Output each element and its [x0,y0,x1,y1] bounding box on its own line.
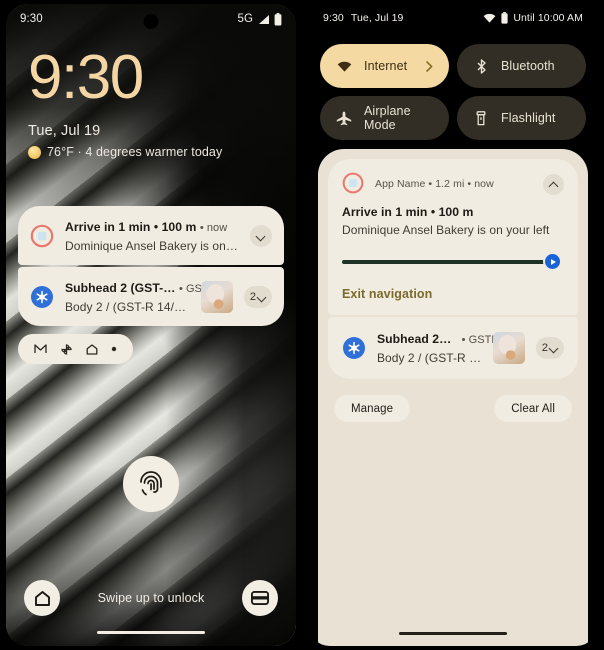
gmail-icon[interactable] [34,344,48,354]
chevron-up-icon [550,180,558,188]
lock-notification2-count: 2 [249,290,256,303]
snowflake-app-icon [342,336,366,360]
exit-navigation-button[interactable]: Exit navigation [342,287,564,301]
rabbit-photo-thumbnail [492,331,525,364]
home-gesture-indicator[interactable] [97,630,205,634]
shade-notification-appname: App Name • 1.2 mi • now [375,178,494,190]
lock-notification-icon-tray[interactable] [18,334,133,364]
status-bar-right: 5G [237,12,282,26]
home-gesture-indicator[interactable] [399,631,507,635]
shade-notification-header: App Name • 1.2 mi • now [342,172,564,196]
shade-action-buttons: Manage Clear All [328,395,578,422]
wifi-icon [336,61,352,72]
battery-icon [501,12,508,24]
dot-icon[interactable] [111,346,117,352]
shade-status-time: 9:30 [323,12,344,24]
shade-notification2-text-block: Subhead 2… • GSTR 12 Body 2 / (GST-R 14/… [377,330,515,365]
rabbit-photo-thumbnail [200,280,233,313]
lock-notification-title: Arrive in 1 min • 100 m • now [65,220,228,234]
flashlight-icon [473,110,489,126]
qs-tile-flashlight[interactable]: Flashlight [457,96,586,140]
wifi-icon [483,13,496,23]
lock-notification-text-block: Arrive in 1 min • 100 m • now Dominique … [65,218,239,253]
home-outline-icon[interactable] [86,343,98,355]
airplane-icon [336,111,352,126]
qs-tile-bluetooth-label: Bluetooth [501,59,555,73]
status-time: 9:30 [20,13,43,25]
shade-notification-subhead[interactable]: Subhead 2… • GSTR 12 Body 2 / (GST-R 14/… [328,317,578,379]
maps-navigation-icon [30,224,54,248]
lock-notification-stack: Arrive in 1 min • 100 m • now Dominique … [18,206,284,364]
chevron-right-icon[interactable] [426,60,433,72]
dual-phone-mockup: 9:30 5G 9:30 Tue, Jul 19 76°F · 4 degree… [0,0,604,650]
qs-tile-internet-label: Internet [364,59,408,73]
maps-navigation-icon [342,172,366,196]
shade-notification-body: Dominique Ansel Bakery is on your left [342,223,550,237]
qs-tile-bluetooth[interactable]: Bluetooth [457,44,586,88]
lock-notification-body: Dominique Ansel Bakery is on your left [65,239,239,253]
lock-notification-navigation[interactable]: Arrive in 1 min • 100 m • now Dominique … [18,206,284,265]
battery-icon [274,12,282,26]
lock-date: Tue, Jul 19 [28,123,101,140]
lock-weather: 76°F · 4 degrees warmer today [28,145,222,159]
shade-notification-title: Arrive in 1 min • 100 m [342,205,474,219]
navigation-progress-bar[interactable] [342,259,545,264]
shade-notification-navigation[interactable]: App Name • 1.2 mi • now Arrive in 1 min … [328,159,578,315]
lock-screen-phone: 9:30 5G 9:30 Tue, Jul 19 76°F · 4 degree… [0,0,302,650]
qs-tile-airplane-mode[interactable]: Airplane Mode [320,96,449,140]
bluetooth-icon [473,58,489,74]
qs-tile-flashlight-label: Flashlight [501,111,556,125]
lock-notification-expand-button[interactable] [250,224,272,247]
lock-notification-meta: • now [199,222,228,234]
fingerprint-unlock-button[interactable] [123,456,179,512]
notification-shade-phone: 9:30 Tue, Jul 19 Until 10:00 AM Internet… [302,0,604,650]
lock-notification-subhead[interactable]: Subhead 2 (GST-… • GSTR 12 Body 2 / (GST… [18,267,284,326]
chevron-down-icon [550,344,558,352]
network-type-label: 5G [237,13,253,25]
status-bar-left: 9:30 [20,13,43,25]
lock-notification2-expand-button[interactable]: 2 [243,285,272,308]
play-icon[interactable] [543,252,562,271]
shade-status-bar: 9:30 Tue, Jul 19 Until 10:00 AM [308,4,598,32]
chevron-down-icon [258,293,266,301]
fingerprint-icon [138,470,164,498]
snowflake-app-icon [30,285,54,309]
swipe-up-hint: Swipe up to unlock [97,591,205,605]
lock-notification2-text-block: Subhead 2 (GST-… • GSTR 12 Body 2 / (GST… [65,279,232,314]
navigation-progress-row [342,252,564,271]
battery-estimate-text: Until 10:00 AM [513,12,583,24]
qs-tile-internet[interactable]: Internet [320,44,449,88]
lock-weather-text: 76°F · 4 degrees warmer today [47,145,223,160]
shade-notification2-count: 2 [541,341,548,354]
pinwheel-icon[interactable] [60,343,73,356]
chevron-down-icon [257,232,265,240]
shade-notification2-body: Body 2 / (GST-R 14/20) [377,351,482,365]
lock-clock-time: 9:30 [28,43,144,112]
lock-clock-block: 9:30 Tue, Jul 19 76°F · 4 degrees warmer… [28,46,222,159]
shade-notification2-row: Subhead 2… • GSTR 12 Body 2 / (GST-R 14/… [342,330,564,365]
quick-settings-grid: Internet Bluetooth Airplane Mode Flashli… [320,44,586,140]
camera-punch-hole [143,14,159,29]
clear-all-button[interactable]: Clear All [494,395,572,422]
notification-shade-panel: App Name • 1.2 mi • now Arrive in 1 min … [318,149,588,646]
shade-notification2-expand-button[interactable]: 2 [535,336,564,359]
shade-notification-collapse-button[interactable] [543,173,564,195]
sun-cloud-icon [28,145,41,159]
manage-button[interactable]: Manage [334,395,411,422]
shade-status-left: 9:30 Tue, Jul 19 [323,12,404,24]
signal-bars-icon [257,14,270,25]
lock-notification2-body: Body 2 / (GST-R 14/20) [65,300,190,314]
shade-status-date: Tue, Jul 19 [350,12,404,24]
shade-status-right: Until 10:00 AM [483,12,583,24]
qs-tile-airplane-mode-label: Airplane Mode [364,104,411,132]
lock-bottom-bar: Swipe up to unlock [6,576,296,620]
